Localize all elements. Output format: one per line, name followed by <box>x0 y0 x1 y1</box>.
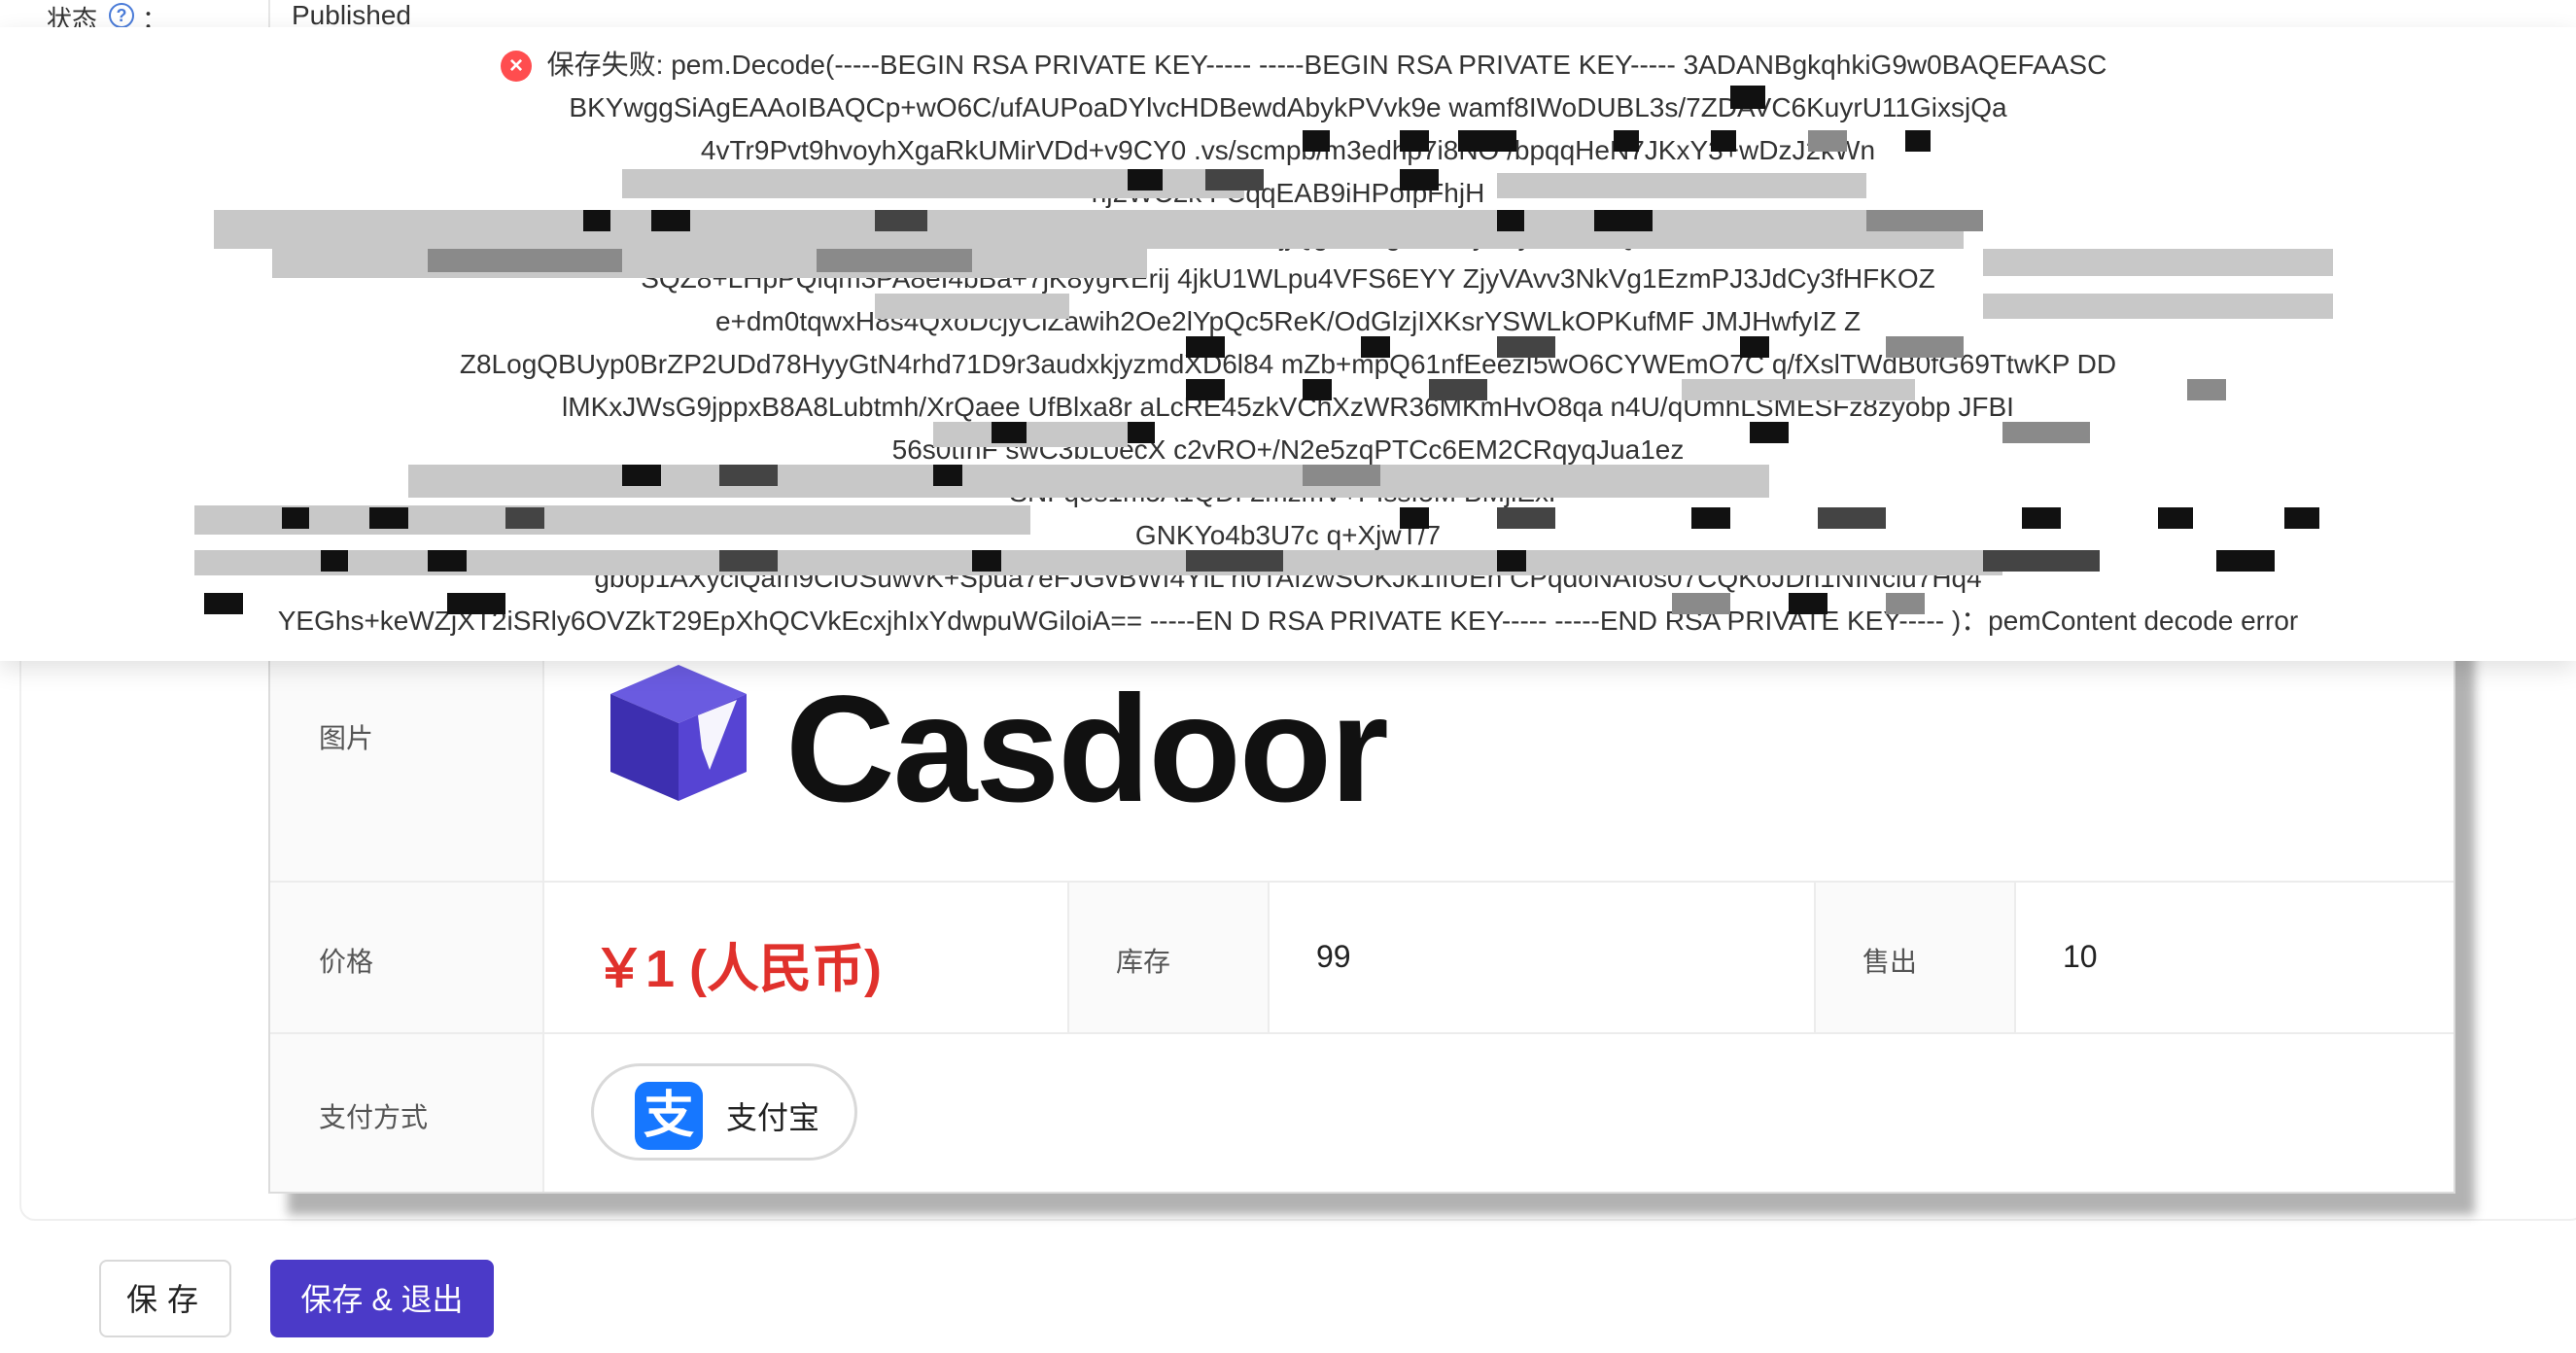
stock-label: 库存 <box>1116 947 1171 977</box>
redaction-mask <box>194 86 2469 657</box>
price-value-cell: ￥1 (人民币) <box>544 883 1069 1034</box>
product-preview-card: 图片 Casdoor 价格 ￥1 (人民币) 库存 99 售出 10 支付方式 <box>268 579 2455 1194</box>
stock-label-cell: 库存 <box>1069 883 1270 1034</box>
payment-label-cell: 支付方式 <box>270 1034 544 1192</box>
price-label-cell: 价格 <box>270 883 544 1034</box>
stock-value: 99 <box>1316 939 1351 974</box>
sold-label: 售出 <box>1862 947 1918 977</box>
error-message-toast: × 保存失败: pem.Decode(-----BEGIN RSA PRIVAT… <box>0 27 2576 661</box>
status-form-row: 状态 ? ： Published <box>0 0 2576 34</box>
save-and-exit-button[interactable]: 保存 & 退出 <box>270 1260 494 1337</box>
question-circle-icon[interactable]: ? <box>109 3 134 28</box>
status-divider <box>268 0 270 27</box>
payment-method-label: 支付宝 <box>726 1100 820 1135</box>
alipay-payment-button[interactable]: 支 支付宝 <box>591 1063 857 1161</box>
error-line: 保存失败: pem.Decode(-----BEGIN RSA PRIVATE … <box>546 50 2107 80</box>
payment-value-cell: 支 支付宝 <box>544 1034 2454 1192</box>
price-value: ￥1 (人民币) <box>593 940 882 998</box>
stock-value-cell: 99 <box>1270 883 1816 1034</box>
casdoor-cube-logo <box>610 665 747 801</box>
payment-label: 支付方式 <box>319 1102 429 1132</box>
sold-value: 10 <box>2063 939 2098 974</box>
sold-label-cell: 售出 <box>1816 883 2016 1034</box>
save-button[interactable]: 保存 <box>99 1260 231 1337</box>
brand-name: Casdoor <box>785 665 1389 834</box>
image-label: 图片 <box>319 723 374 753</box>
sold-value-cell: 10 <box>2016 883 2454 1034</box>
alipay-icon: 支 <box>635 1082 703 1150</box>
price-label: 价格 <box>319 947 374 977</box>
